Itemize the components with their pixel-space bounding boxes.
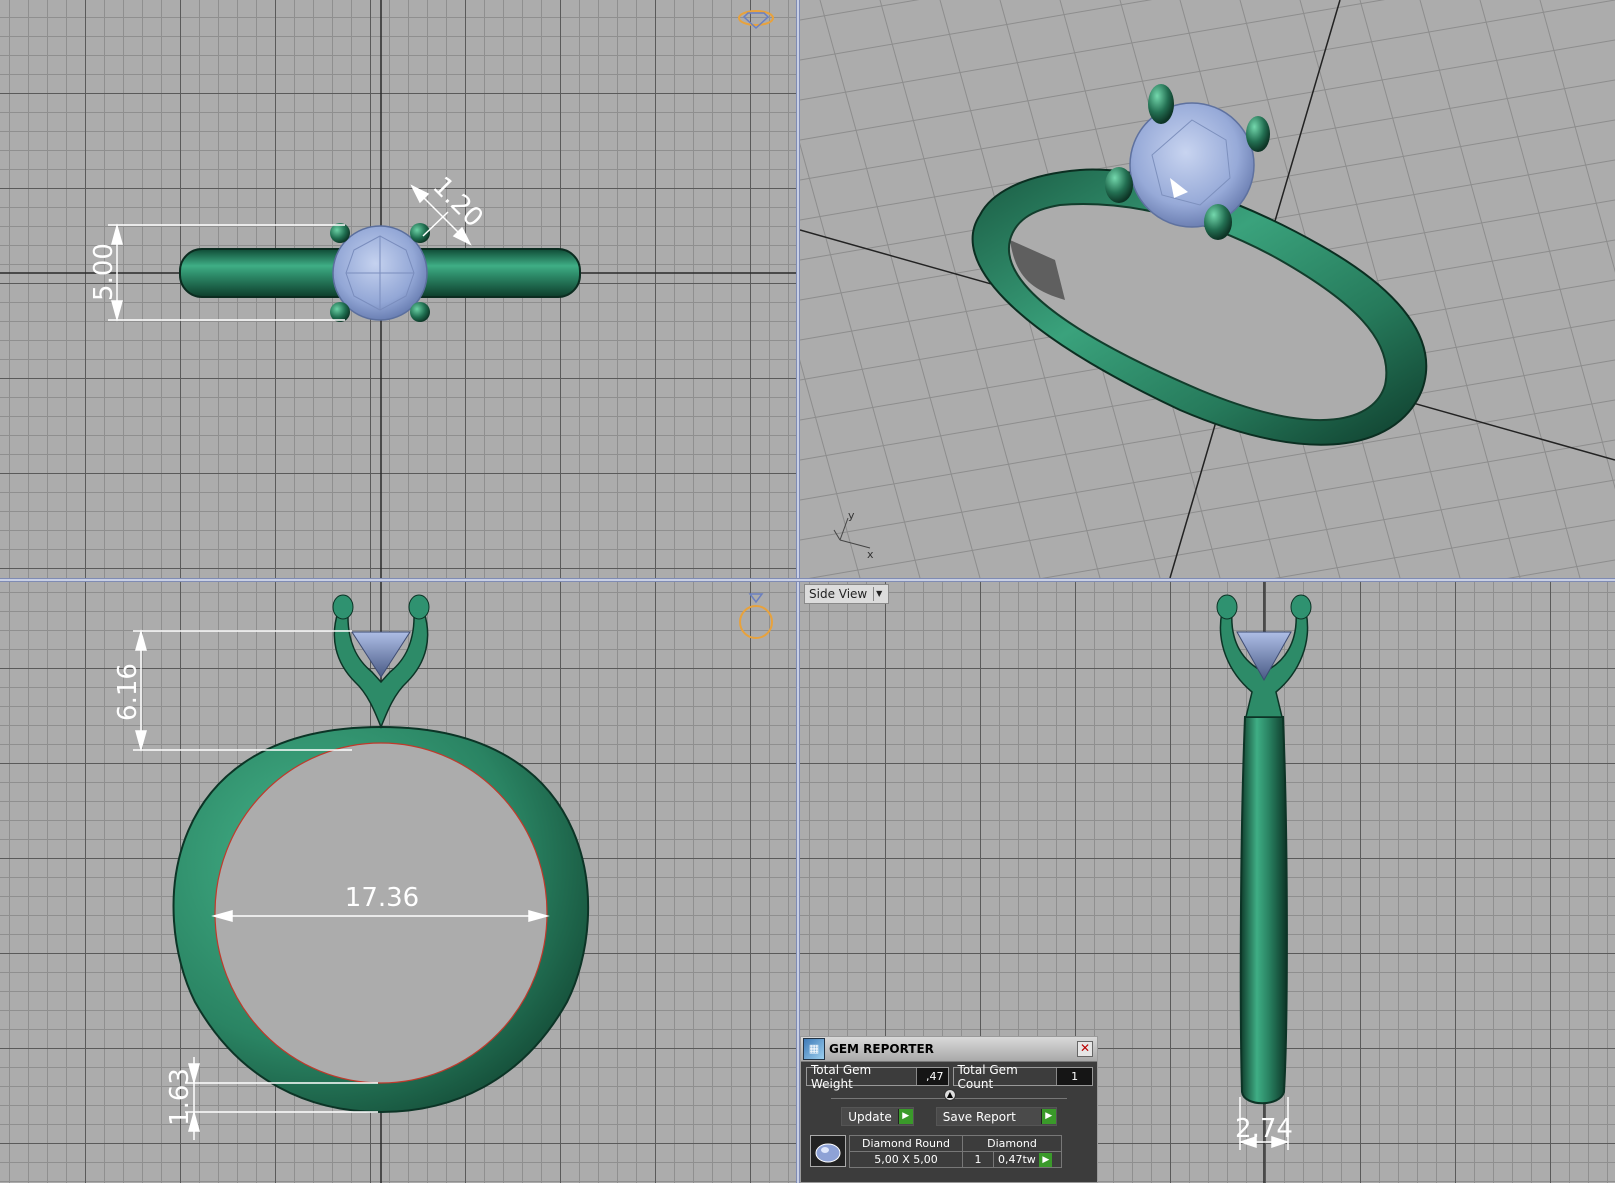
- viewport-top[interactable]: 5.00 1.20: [0, 0, 796, 578]
- total-gem-weight-field: Total Gem Weight ,47: [806, 1063, 949, 1091]
- gem-weight: 0,47tw: [998, 1152, 1036, 1166]
- perspective-canvas: x y: [800, 0, 1615, 578]
- viewport-front[interactable]: 6.16 17.36 1.63: [0, 582, 796, 1183]
- view-gizmo-ring-icon[interactable]: [739, 593, 773, 639]
- update-button[interactable]: Update ▶: [841, 1107, 914, 1126]
- prong: [330, 223, 350, 243]
- axis-y-label: y: [848, 509, 855, 522]
- play-arrow-icon: ▶: [897, 1109, 913, 1124]
- prong: [1204, 204, 1232, 240]
- prong: [410, 302, 430, 322]
- view-gizmo-diamond-icon[interactable]: [738, 10, 774, 30]
- ring-inner: [1007, 203, 1388, 421]
- ring-inner: [214, 742, 548, 1084]
- viewport-splitter-vertical[interactable]: [796, 0, 800, 1183]
- front-view-canvas: 6.16 17.36 1.63: [113, 582, 773, 1183]
- ring-shank: [1239, 716, 1288, 1105]
- viewport-perspective[interactable]: x y: [800, 0, 1615, 578]
- gem-count: 1: [962, 1151, 994, 1168]
- dimension-height-label: 6.16: [113, 663, 143, 721]
- dimension-width-label: 5.00: [89, 243, 119, 301]
- top-view-canvas: 5.00 1.20: [0, 0, 796, 578]
- play-arrow-icon: ▶: [1040, 1109, 1056, 1124]
- axis-x-label: x: [867, 548, 874, 561]
- gem-list-item[interactable]: Diamond Round Diamond 5,00 X 5,00 1 0,47…: [810, 1135, 1097, 1168]
- gem-detail-table: Diamond Round Diamond 5,00 X 5,00 1 0,47…: [849, 1135, 1062, 1168]
- prong: [332, 594, 354, 620]
- play-arrow-icon[interactable]: ▶: [1039, 1152, 1053, 1167]
- update-button-label: Update: [848, 1109, 892, 1124]
- prong: [1290, 594, 1312, 620]
- prong: [1246, 116, 1270, 152]
- total-gem-weight-value: ,47: [915, 1068, 948, 1085]
- gem-reporter-icon: ▦: [803, 1038, 825, 1060]
- close-icon[interactable]: ✕: [1077, 1041, 1093, 1057]
- prong: [1216, 594, 1238, 620]
- gem-reporter-panel[interactable]: ▦ GEM REPORTER ✕ Total Gem Weight ,47 To…: [800, 1036, 1098, 1183]
- dimension-diameter-label: 17.36: [345, 883, 419, 913]
- gem: [1129, 102, 1255, 228]
- total-gem-count-label: Total Gem Count: [957, 1062, 1018, 1091]
- gem-reporter-titlebar[interactable]: ▦ GEM REPORTER ✕: [801, 1037, 1097, 1062]
- gem-shape: Diamond Round: [849, 1135, 963, 1152]
- dimension-thickness-label: 1.63: [165, 1068, 195, 1126]
- view-mode-label: Side View: [809, 587, 868, 601]
- prong: [1148, 84, 1174, 124]
- total-gem-count-field: Total Gem Count 1: [952, 1063, 1093, 1091]
- view-mode-dropdown[interactable]: Side View ▼: [804, 584, 890, 604]
- diamond-thumbnail-icon: [810, 1135, 846, 1167]
- prong: [1105, 167, 1133, 203]
- dimension-side-width-label: 2.74: [1235, 1114, 1293, 1144]
- collapse-arrow-icon[interactable]: ▲: [944, 1089, 956, 1101]
- total-gem-count-value: 1: [1056, 1068, 1092, 1085]
- gem-reporter-title: GEM REPORTER: [829, 1042, 934, 1056]
- panel-resize-slider[interactable]: ▲: [831, 1089, 1067, 1101]
- gem-size: 5,00 X 5,00: [849, 1151, 963, 1168]
- gem-weight-cell: 0,47tw ▶: [993, 1151, 1062, 1168]
- gem-material: Diamond: [962, 1135, 1062, 1152]
- save-report-button[interactable]: Save Report ▶: [935, 1107, 1057, 1126]
- save-report-button-label: Save Report: [942, 1109, 1016, 1124]
- prong: [330, 302, 350, 322]
- chevron-down-icon[interactable]: ▼: [873, 587, 884, 601]
- total-gem-weight-label: Total Gem Weight: [811, 1062, 872, 1091]
- viewport-splitter-horizontal[interactable]: [0, 578, 1615, 582]
- prong: [408, 594, 430, 620]
